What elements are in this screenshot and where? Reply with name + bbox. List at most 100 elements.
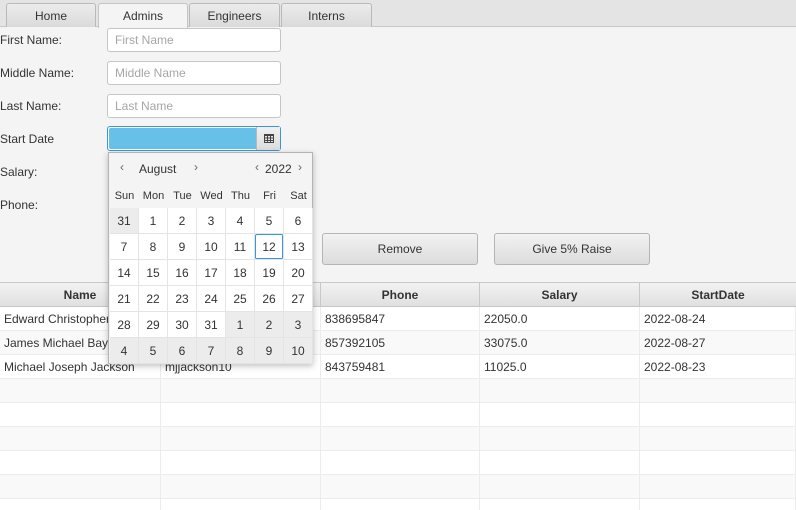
table-cell (480, 475, 640, 499)
column-header-phone[interactable]: Phone (321, 283, 480, 307)
table-cell (640, 475, 796, 499)
table-row[interactable] (0, 475, 796, 499)
next-month-button[interactable]: › (189, 160, 203, 174)
calendar-day[interactable]: 16 (168, 260, 197, 286)
prev-month-button[interactable]: ‹ (115, 160, 129, 174)
calendar-day[interactable]: 1 (139, 208, 168, 234)
table-cell: 857392105 (321, 331, 480, 355)
next-year-button[interactable]: › (293, 160, 307, 174)
remove-button[interactable]: Remove (322, 233, 478, 265)
calendar-popup: ‹ August › ‹ 2022 › Sun Mon Tue Wed Thu Fri Sa… (108, 152, 313, 364)
calendar-day[interactable]: 13 (284, 234, 313, 260)
table-cell (0, 451, 161, 475)
table-cell: 838695847 (321, 307, 480, 331)
tab-admins[interactable]: Admins (98, 3, 188, 28)
calendar-day[interactable]: 26 (255, 286, 284, 312)
tab-home[interactable]: Home (6, 3, 96, 27)
calendar-day[interactable]: 31 (197, 312, 226, 338)
table-cell (480, 499, 640, 510)
weekday-label: Thu (231, 190, 250, 202)
table-cell: 22050.0 (480, 307, 640, 331)
calendar-day[interactable]: 5 (139, 338, 168, 364)
calendar-day[interactable]: 27 (284, 286, 313, 312)
table-row[interactable] (0, 499, 796, 510)
table-row[interactable] (0, 427, 796, 451)
calendar-day[interactable]: 22 (139, 286, 168, 312)
calendar-day[interactable]: 5 (255, 208, 284, 234)
calendar-day[interactable]: 12 (255, 234, 284, 260)
table-cell (161, 499, 321, 510)
calendar-day[interactable]: 2 (168, 208, 197, 234)
start-date-input[interactable] (109, 128, 257, 149)
calendar-day[interactable]: 2 (255, 312, 284, 338)
calendar-day[interactable]: 21 (110, 286, 139, 312)
calendar-day[interactable]: 8 (139, 234, 168, 260)
calendar-day[interactable]: 6 (168, 338, 197, 364)
calendar-day[interactable]: 6 (284, 208, 313, 234)
first-name-field[interactable] (107, 28, 281, 52)
table-cell (161, 475, 321, 499)
calendar-day[interactable]: 15 (139, 260, 168, 286)
calendar-day[interactable]: 14 (110, 260, 139, 286)
table-row[interactable] (0, 451, 796, 475)
calendar-day[interactable]: 7 (110, 234, 139, 260)
tab-engineers[interactable]: Engineers (189, 3, 280, 27)
calendar-day[interactable]: 10 (284, 338, 313, 364)
column-header-startdate[interactable]: StartDate (640, 283, 796, 307)
calendar-day[interactable]: 24 (197, 286, 226, 312)
calendar-icon (263, 134, 274, 143)
start-date-picker[interactable] (107, 126, 281, 151)
calendar-day[interactable]: 7 (197, 338, 226, 364)
weekday-label: Sat (290, 190, 307, 202)
table-cell (0, 475, 161, 499)
table-cell (0, 427, 161, 451)
calendar-button[interactable] (256, 127, 280, 150)
table-cell: 11025.0 (480, 355, 640, 379)
calendar-day[interactable]: 8 (226, 338, 255, 364)
table-cell (0, 403, 161, 427)
calendar-day[interactable]: 9 (168, 234, 197, 260)
table-cell (321, 451, 480, 475)
tab-interns[interactable]: Interns (281, 3, 372, 27)
prev-year-button[interactable]: ‹ (250, 160, 264, 174)
calendar-day[interactable]: 28 (110, 312, 139, 338)
table-cell (480, 451, 640, 475)
table-cell (321, 403, 480, 427)
calendar-day[interactable]: 9 (255, 338, 284, 364)
table-cell (640, 451, 796, 475)
calendar-day[interactable]: 30 (168, 312, 197, 338)
calendar-day[interactable]: 20 (284, 260, 313, 286)
calendar-day[interactable]: 3 (284, 312, 313, 338)
calendar-day[interactable]: 4 (226, 208, 255, 234)
first-name-label: First Name: (0, 33, 63, 47)
table-row[interactable] (0, 403, 796, 427)
column-header-salary[interactable]: Salary (480, 283, 640, 307)
table-cell (321, 475, 480, 499)
last-name-field[interactable] (107, 94, 281, 118)
middle-name-field[interactable] (107, 61, 281, 85)
weekday-label: Sun (114, 190, 135, 202)
calendar-day[interactable]: 19 (255, 260, 284, 286)
calendar-day[interactable]: 3 (197, 208, 226, 234)
table-cell: 2022-08-24 (640, 307, 796, 331)
table-cell: 2022-08-27 (640, 331, 796, 355)
calendar-day[interactable]: 17 (197, 260, 226, 286)
table-cell (321, 379, 480, 403)
table-cell (0, 499, 161, 510)
calendar-day[interactable]: 1 (226, 312, 255, 338)
calendar-day[interactable]: 10 (197, 234, 226, 260)
calendar-day[interactable]: 18 (226, 260, 255, 286)
calendar-day[interactable]: 31 (110, 208, 139, 234)
calendar-day[interactable]: 4 (110, 338, 139, 364)
calendar-day[interactable]: 25 (226, 286, 255, 312)
weekday-label: Fri (263, 190, 276, 202)
calendar-day[interactable]: 11 (226, 234, 255, 260)
table-cell (161, 403, 321, 427)
calendar-day[interactable]: 29 (139, 312, 168, 338)
table-cell (161, 427, 321, 451)
table-row[interactable] (0, 379, 796, 403)
give-raise-button[interactable]: Give 5% Raise (494, 233, 650, 265)
table-cell: 33075.0 (480, 331, 640, 355)
start-date-label: Start Date (0, 132, 55, 146)
calendar-day[interactable]: 23 (168, 286, 197, 312)
